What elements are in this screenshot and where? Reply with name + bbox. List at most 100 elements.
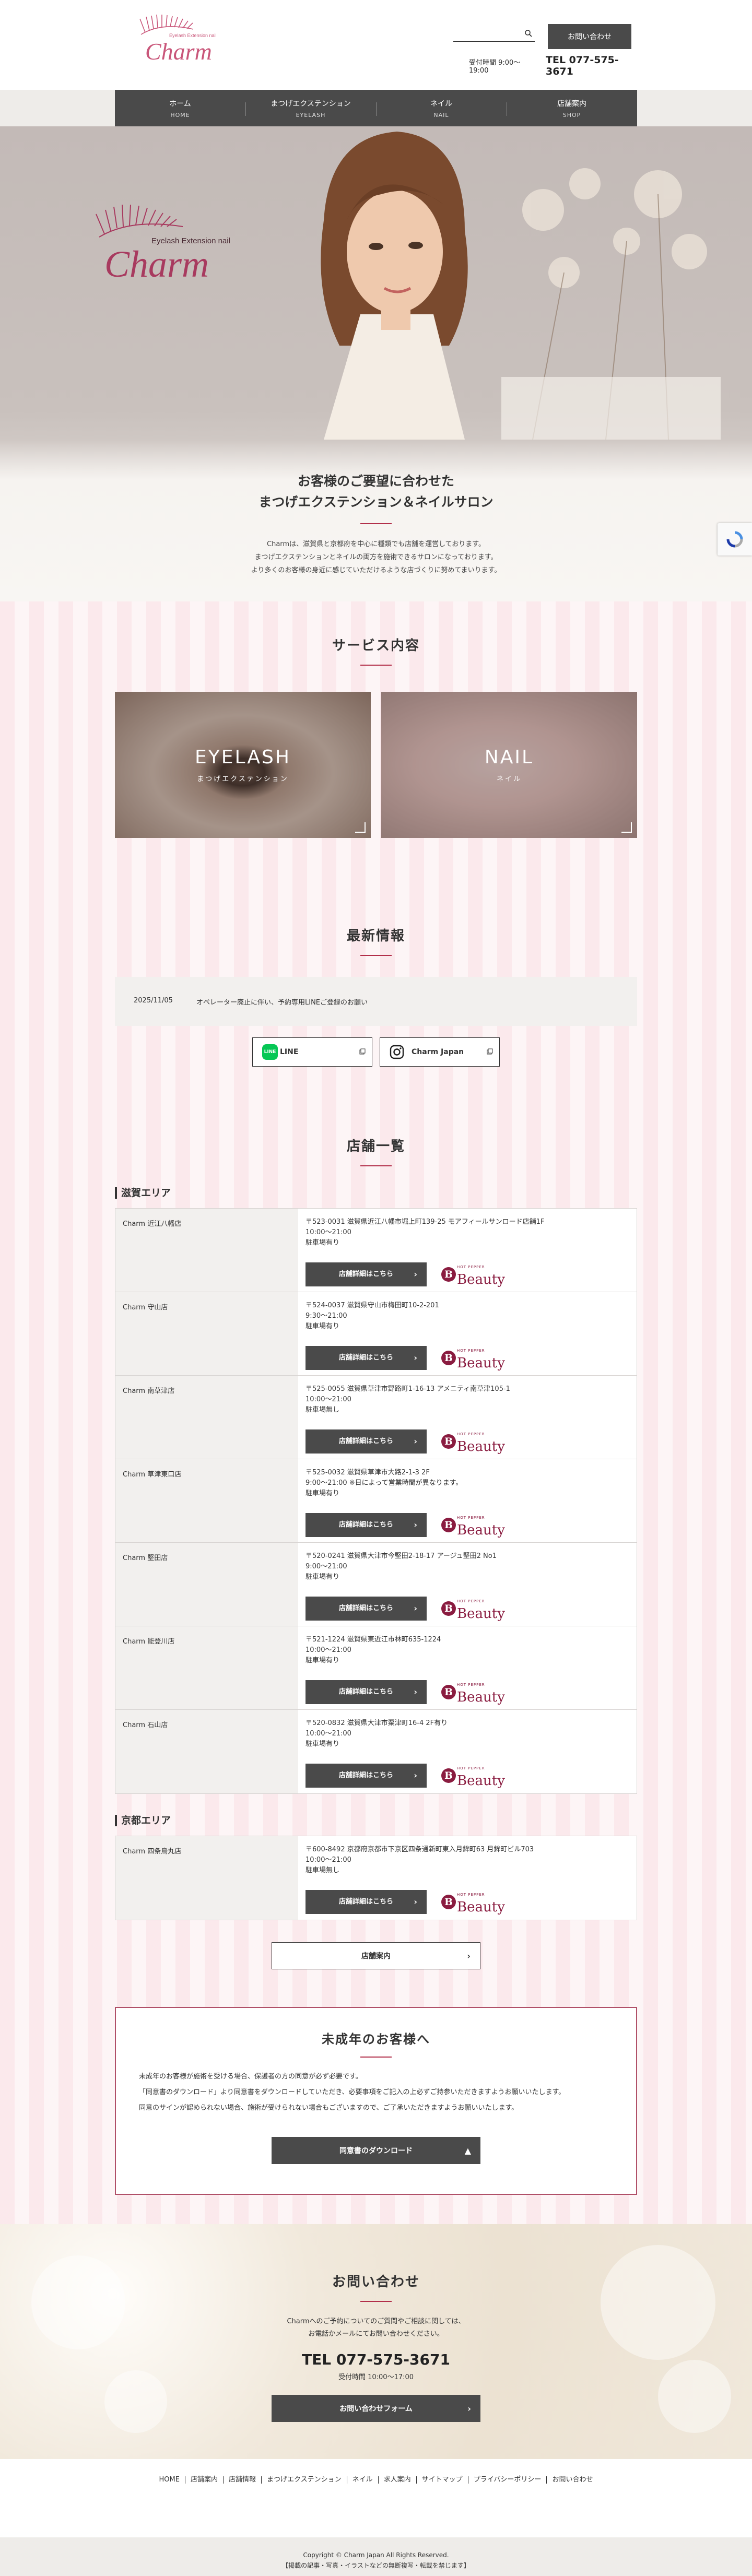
- hotpepper-beauty-link[interactable]: B HOT PEPPER Beauty: [441, 1262, 505, 1287]
- header-utility: お問い合わせ 受付時間 9:00～19:00 TEL 077-575-3671: [453, 24, 638, 77]
- store-detail-button[interactable]: 店舗詳細はこちら ›: [306, 1680, 427, 1704]
- stores-title: 店舗一覧: [346, 1139, 405, 1154]
- chevron-right-icon: ›: [414, 1770, 417, 1780]
- store-row: Charm 南草津店 〒525-0055 滋賀県草津市野路町1-16-13 アメ…: [115, 1376, 637, 1459]
- line-label: LINE: [280, 1048, 299, 1056]
- nav-item-nail[interactable]: ネイル NAIL: [376, 90, 507, 126]
- main-content: サービス内容 EYELASH まつげエクステンション NAIL ネイル 最新情報…: [0, 601, 752, 2224]
- hotpepper-beauty-link[interactable]: B HOT PEPPER Beauty: [441, 1345, 505, 1370]
- contact-form-button[interactable]: お問い合わせフォーム ›: [272, 2395, 480, 2422]
- nav-item-shop[interactable]: 店舗案内 SHOP: [507, 90, 637, 126]
- svg-text:Charm: Charm: [104, 243, 209, 285]
- site-logo[interactable]: Eyelash Extension nail Charm: [115, 11, 240, 74]
- footer-link-sitemap[interactable]: サイトマップ: [416, 2476, 468, 2484]
- store-guide-button[interactable]: 店舗案内 ›: [272, 1942, 480, 1969]
- hotpepper-big-text: Beauty: [457, 1606, 505, 1622]
- footer-link-privacy[interactable]: プライバシーポリシー: [467, 2476, 547, 2484]
- store-detail-button[interactable]: 店舗詳細はこちら ›: [306, 1346, 427, 1370]
- store-name: Charm 四条烏丸店: [115, 1836, 298, 1920]
- hotpepper-beauty-link[interactable]: B HOT PEPPER Beauty: [441, 1680, 505, 1705]
- footer-link-eyelash[interactable]: まつげエクステンション: [261, 2476, 347, 2484]
- store-actions: 店舗詳細はこちら › B HOT PEPPER Beauty: [306, 1889, 505, 1915]
- hotpepper-beauty-link[interactable]: B HOT PEPPER Beauty: [441, 1429, 505, 1454]
- header-contact-button[interactable]: お問い合わせ: [548, 24, 631, 49]
- service-card-eyelash[interactable]: EYELASH まつげエクステンション: [115, 692, 371, 838]
- store-info: 〒525-0055 滋賀県草津市野路町1-16-13 アメニティ南草津105-1…: [298, 1376, 637, 1459]
- store-detail-button[interactable]: 店舗詳細はこちら ›: [306, 1597, 427, 1621]
- store-table-shiga: Charm 近江八幡店 〒523-0031 滋賀県近江八幡市堀上町139-25 …: [115, 1208, 637, 1794]
- store-detail-button[interactable]: 店舗詳細はこちら ›: [306, 1890, 427, 1914]
- title-underline: [360, 665, 392, 666]
- store-hours: 10:00～21:00: [306, 1856, 351, 1864]
- chevron-right-icon: ›: [414, 1353, 417, 1363]
- minor-text-line: 「同意書のダウンロード」より同意書をダウンロードしていただき、必要事項をご記入の…: [139, 2088, 566, 2096]
- hotpepper-beauty-link[interactable]: B HOT PEPPER Beauty: [441, 1763, 505, 1788]
- hotpepper-beauty-link[interactable]: B HOT PEPPER Beauty: [441, 1512, 505, 1538]
- footer-link-home[interactable]: HOME: [154, 2476, 185, 2484]
- external-link-icon: [359, 1048, 366, 1055]
- store-table-kyoto: Charm 四条烏丸店 〒600-8492 京都府京都市下京区四条通新町東入月鉾…: [115, 1836, 637, 1920]
- store-actions: 店舗詳細はこちら › B HOT PEPPER Beauty: [306, 1763, 505, 1788]
- consent-download-button[interactable]: 同意書のダウンロード ▲: [272, 2137, 480, 2164]
- svg-text:Eyelash Extension nail: Eyelash Extension nail: [169, 33, 217, 38]
- footer-links: HOME 店舗案内 店舗情報 まつげエクステンション ネイル 求人案内 サイトマ…: [0, 2476, 752, 2484]
- store-name: Charm 能登川店: [115, 1626, 298, 1709]
- store-parking: 駐車場有り: [306, 1740, 340, 1748]
- chevron-right-icon: ›: [414, 1269, 417, 1279]
- chevron-right-icon: ›: [414, 1520, 417, 1530]
- store-info: 〒520-0832 滋賀県大津市粟津町16-4 2F有り 10:00～21:00…: [298, 1710, 637, 1793]
- header-tel[interactable]: TEL 077-575-3671: [546, 54, 641, 77]
- title-underline: [360, 955, 392, 956]
- hotpepper-beauty-link[interactable]: B HOT PEPPER Beauty: [441, 1596, 505, 1621]
- store-actions: 店舗詳細はこちら › B HOT PEPPER Beauty: [306, 1596, 505, 1621]
- footer-link-store-info[interactable]: 店舗情報: [223, 2476, 261, 2484]
- button-label: 店舗詳細はこちら: [338, 1604, 393, 1612]
- contact-description: Charmへのご予約についてのご質問やご相談に関しては、 お電話かメールにてお問…: [0, 2315, 752, 2341]
- stores-section: 店舗一覧 滋賀エリア Charm 近江八幡店 〒523-0031 滋賀県近江八幡…: [115, 1090, 637, 2224]
- store-detail-button[interactable]: 店舗詳細はこちら ›: [306, 1429, 427, 1454]
- button-label: 店舗詳細はこちら: [338, 1898, 393, 1906]
- recaptcha-badge[interactable]: [718, 523, 752, 556]
- contact-tel[interactable]: TEL 077-575-3671: [0, 2351, 752, 2368]
- store-hours: 10:00～21:00: [306, 1730, 351, 1738]
- chevron-right-icon: ›: [414, 1603, 417, 1613]
- instagram-button[interactable]: Charm Japan: [380, 1037, 500, 1067]
- hotpepper-b-icon: B: [441, 1685, 456, 1699]
- hotpepper-small-text: HOT PEPPER: [457, 1432, 485, 1436]
- news-item[interactable]: 2025/11/05 オペレーター廃止に伴い、予約専用LINEご登録のお願い: [134, 997, 368, 1007]
- services-section: サービス内容 EYELASH まつげエクステンション NAIL ネイル: [115, 601, 637, 894]
- hotpepper-beauty-link[interactable]: B HOT PEPPER Beauty: [441, 1889, 505, 1915]
- store-info: 〒600-8492 京都府京都市下京区四条通新町東入月鉾町63 月鉾町ビル703…: [298, 1836, 637, 1920]
- hero-model-image: [292, 126, 491, 440]
- store-actions: 店舗詳細はこちら › B HOT PEPPER Beauty: [306, 1345, 505, 1370]
- search-icon[interactable]: [524, 29, 533, 38]
- nav-item-eyelash[interactable]: まつげエクステンション EYELASH: [245, 90, 376, 126]
- footer-link-nail[interactable]: ネイル: [346, 2476, 378, 2484]
- store-detail-button[interactable]: 店舗詳細はこちら ›: [306, 1513, 427, 1537]
- chevron-right-icon: ›: [467, 1951, 471, 1961]
- hotpepper-b-icon: B: [441, 1601, 456, 1616]
- service-card-title: EYELASH: [195, 747, 291, 768]
- store-address: 〒520-0241 滋賀県大津市今堅田2-18-17 アージュ堅田2 No1: [306, 1552, 497, 1560]
- search-input[interactable]: [453, 26, 521, 41]
- hotpepper-big-text: Beauty: [457, 1773, 505, 1789]
- nav-item-home[interactable]: ホーム HOME: [115, 90, 245, 126]
- store-hours: 9:00～21:00: [306, 1563, 347, 1570]
- store-detail-button[interactable]: 店舗詳細はこちら ›: [306, 1262, 427, 1286]
- nav-label: 店舗案内: [557, 99, 586, 108]
- nav-label: ホーム: [169, 99, 191, 108]
- line-button[interactable]: LINE LINE: [252, 1037, 372, 1067]
- store-row: Charm 守山店 〒524-0037 滋賀県守山市梅田町10-2-201 9:…: [115, 1292, 637, 1376]
- chevron-right-icon: ›: [414, 1897, 417, 1907]
- hero-logo: Eyelash Extension nail Charm: [63, 199, 261, 299]
- footer-link-store-guide[interactable]: 店舗案内: [184, 2476, 223, 2484]
- news-date: 2025/11/05: [134, 996, 173, 1005]
- store-detail-button[interactable]: 店舗詳細はこちら ›: [306, 1764, 427, 1788]
- hotpepper-big-text: Beauty: [457, 1899, 505, 1915]
- copyright-band: Copyright © Charm Japan All Rights Reser…: [0, 2537, 752, 2576]
- footer-link-contact[interactable]: お問い合わせ: [546, 2476, 598, 2484]
- footer-link-recruit[interactable]: 求人案内: [378, 2476, 416, 2484]
- copyright-text: Copyright © Charm Japan All Rights Reser…: [303, 2551, 449, 2559]
- service-card-nail[interactable]: NAIL ネイル: [381, 692, 637, 838]
- hotpepper-b-icon: B: [441, 1768, 456, 1783]
